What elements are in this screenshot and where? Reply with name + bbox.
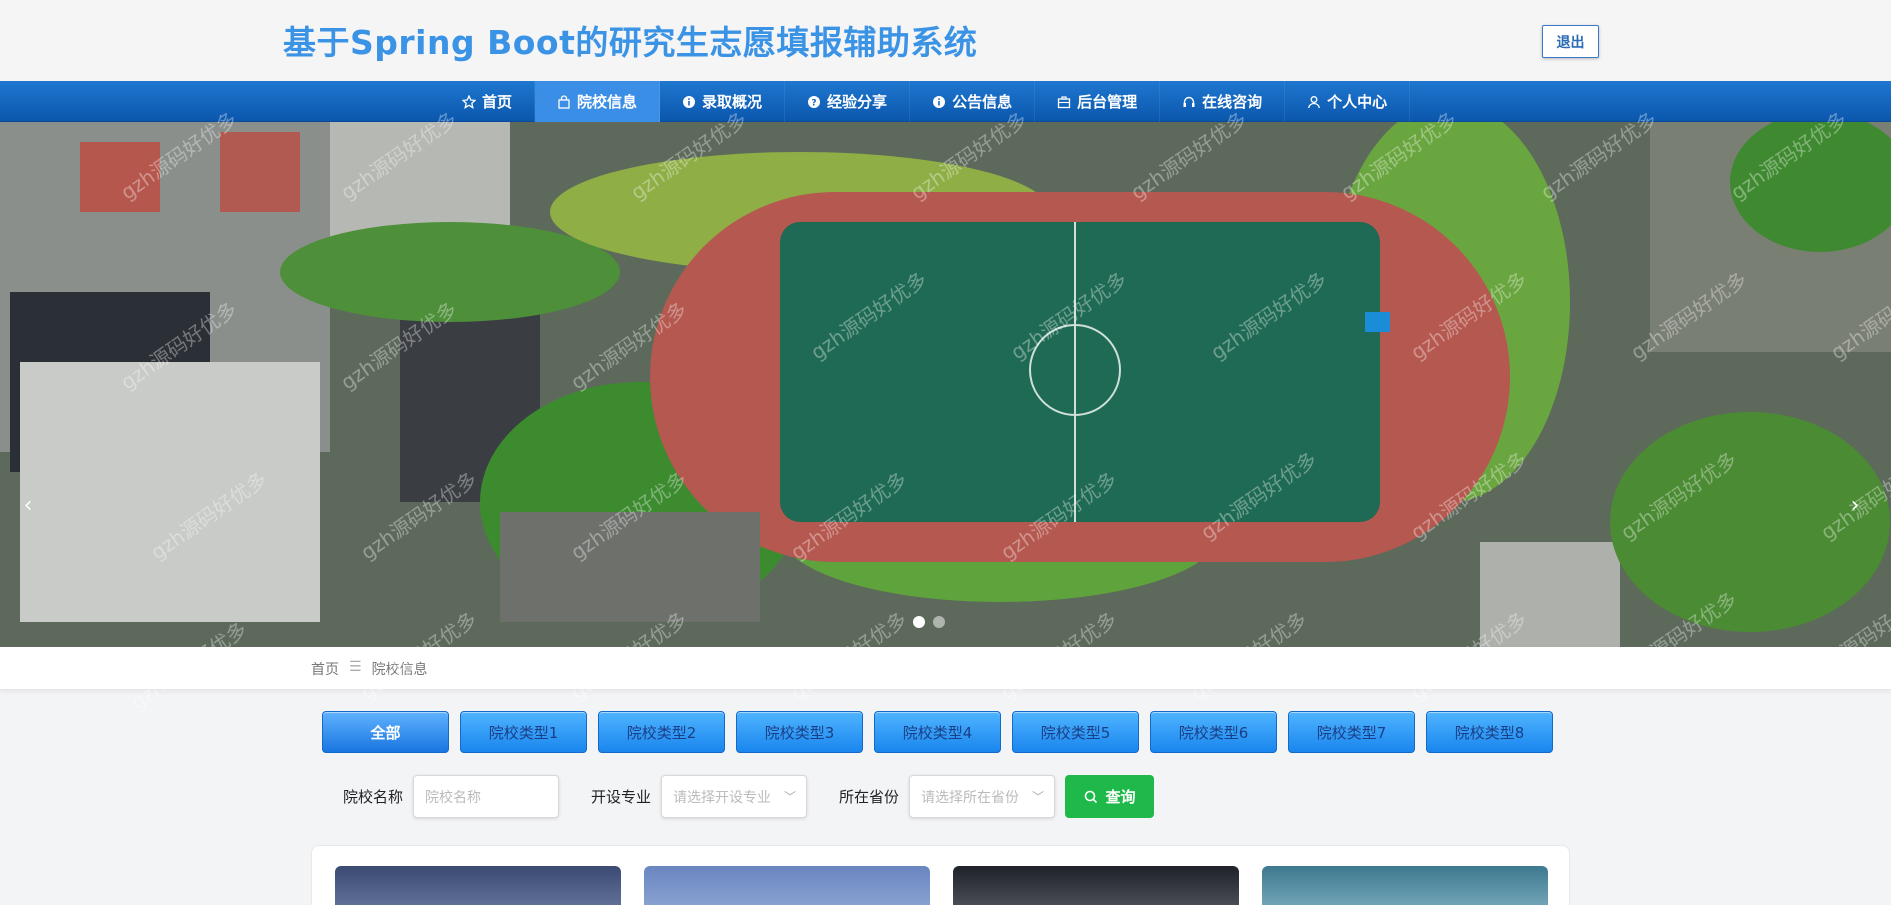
question-circle-icon: ? bbox=[807, 95, 821, 109]
breadcrumb-current: 院校信息 bbox=[371, 662, 428, 678]
site-title: 基于Spring Boot的研究生志愿填报辅助系统 bbox=[283, 23, 978, 62]
school-name-input[interactable]: 院校名称 bbox=[413, 775, 560, 818]
headset-icon bbox=[1182, 95, 1196, 109]
nav-item-label: 后台管理 bbox=[1077, 93, 1138, 111]
school-card[interactable] bbox=[335, 866, 621, 905]
major-select[interactable]: 请选择开设专业 ﹀ bbox=[661, 775, 808, 818]
category-tab[interactable]: 院校类型5 bbox=[1012, 711, 1139, 753]
nav-item[interactable]: 公告信息 bbox=[910, 81, 1036, 122]
nav-item-label: 院校信息 bbox=[577, 93, 638, 111]
briefcase-icon bbox=[1057, 95, 1071, 109]
category-tab[interactable]: 院校类型7 bbox=[1288, 711, 1415, 753]
category-tabs: 全部 院校类型1 院校类型2 院校类型3 院校类型4 院校类型5 院校类型6 院校类型7 院校类… bbox=[322, 711, 1553, 753]
bag-icon bbox=[557, 94, 571, 109]
nav-item[interactable]: 首页 bbox=[440, 81, 536, 122]
search-button[interactable]: 查询 bbox=[1065, 775, 1155, 818]
breadcrumb-home[interactable]: 首页 bbox=[311, 659, 339, 679]
info-circle-icon bbox=[932, 95, 946, 109]
user-icon bbox=[1307, 95, 1321, 109]
nav-item[interactable]: 后台管理 bbox=[1035, 81, 1161, 122]
info-circle-icon bbox=[682, 95, 696, 109]
search-bar: 院校名称 院校名称 开设专业 请选择开设专业 ﹀ 所在省份 请选择所在省份 ﹀ … bbox=[343, 775, 1155, 818]
school-name-label: 院校名称 bbox=[343, 788, 404, 806]
svg-text:?: ? bbox=[811, 98, 816, 108]
banner-carousel: ‹ › bbox=[0, 122, 1891, 647]
breadcrumb: 首页 ☰ 院校信息 bbox=[311, 659, 428, 679]
category-tab[interactable]: 院校类型3 bbox=[736, 711, 863, 753]
province-select[interactable]: 请选择所在省份 ﹀ bbox=[909, 775, 1056, 818]
nav-item-label: 首页 bbox=[482, 93, 513, 111]
category-tab[interactable]: 院校类型8 bbox=[1426, 711, 1553, 753]
breadcrumb-separator-icon: ☰ bbox=[349, 659, 362, 675]
carousel-prev-arrow[interactable]: ‹ bbox=[18, 494, 38, 518]
major-label: 开设专业 bbox=[591, 788, 652, 806]
category-tab[interactable]: 院校类型6 bbox=[1150, 711, 1277, 753]
province-label: 所在省份 bbox=[839, 788, 900, 806]
nav-item[interactable]: 录取概况 bbox=[660, 81, 786, 122]
category-tab[interactable]: 全部 bbox=[322, 711, 449, 753]
breadcrumb-bar: 首页 ☰ 院校信息 bbox=[0, 647, 1891, 690]
nav-item[interactable]: 个人中心 bbox=[1285, 81, 1411, 122]
major-select-placeholder: 请选择开设专业 bbox=[673, 789, 772, 806]
nav-item-label: 个人中心 bbox=[1327, 93, 1388, 111]
chevron-down-icon: ﹀ bbox=[784, 790, 797, 804]
category-tab[interactable]: 院校类型1 bbox=[460, 711, 587, 753]
carousel-dots bbox=[913, 616, 945, 628]
header: 基于Spring Boot的研究生志愿填报辅助系统 退出 bbox=[0, 0, 1891, 81]
nav-item[interactable]: 在线咨询 bbox=[1160, 81, 1286, 122]
category-tab[interactable]: 院校类型2 bbox=[598, 711, 725, 753]
star-icon bbox=[462, 94, 476, 109]
school-card[interactable] bbox=[953, 866, 1239, 905]
main-nav: 首页 院校信息 录取概况? 经验分享 公告信息 后台管理 在线咨询 个人中心 bbox=[0, 81, 1891, 122]
nav-item[interactable]: 院校信息 bbox=[535, 81, 661, 122]
banner-image bbox=[0, 122, 1891, 647]
search-button-label: 查询 bbox=[1105, 788, 1136, 806]
category-tab[interactable]: 院校类型4 bbox=[874, 711, 1001, 753]
province-select-placeholder: 请选择所在省份 bbox=[921, 789, 1020, 806]
nav-item-label: 公告信息 bbox=[952, 93, 1013, 111]
carousel-dot[interactable] bbox=[933, 616, 945, 628]
nav-item-label: 录取概况 bbox=[702, 93, 763, 111]
nav-item-label: 在线咨询 bbox=[1202, 93, 1263, 111]
school-card[interactable] bbox=[644, 866, 930, 905]
school-card[interactable] bbox=[1262, 866, 1548, 905]
chevron-down-icon: ﹀ bbox=[1032, 790, 1045, 804]
carousel-next-arrow[interactable]: › bbox=[1845, 494, 1865, 518]
nav-item[interactable]: ? 经验分享 bbox=[785, 81, 911, 122]
nav-item-label: 经验分享 bbox=[827, 93, 888, 111]
logout-button[interactable]: 退出 bbox=[1542, 25, 1599, 58]
search-icon bbox=[1084, 790, 1097, 803]
carousel-dot[interactable] bbox=[913, 616, 925, 628]
